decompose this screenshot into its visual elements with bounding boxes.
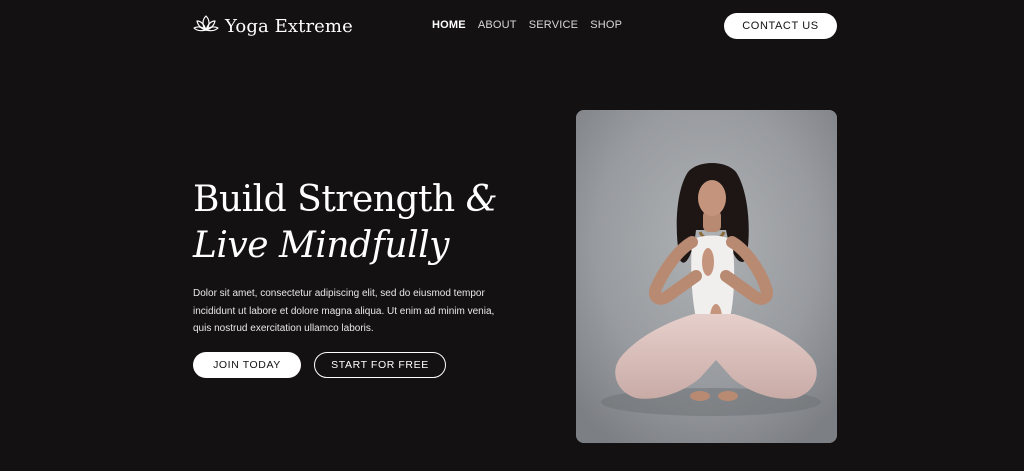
landing-page: Yoga Extreme HOME ABOUT SERVICE SHOP CON… <box>0 0 1024 471</box>
join-today-button[interactable]: JOIN TODAY <box>193 352 301 378</box>
lotus-icon <box>193 14 219 39</box>
hero-title-ampersand: & <box>465 179 498 220</box>
nav-item-about[interactable]: ABOUT <box>478 19 517 31</box>
main-nav: HOME ABOUT SERVICE SHOP <box>432 19 622 31</box>
nav-item-service[interactable]: SERVICE <box>529 19 579 31</box>
nav-item-home[interactable]: HOME <box>432 19 466 31</box>
hero-title: Build Strength & Live Mindfully <box>193 177 498 269</box>
hero-title-line2: Live Mindfully <box>193 225 450 266</box>
hero-description: Dolor sit amet, consectetur adipiscing e… <box>193 288 495 334</box>
start-for-free-button[interactable]: START FOR FREE <box>314 352 446 378</box>
nav-item-shop[interactable]: SHOP <box>590 19 622 31</box>
hero-yoga-photo <box>576 110 837 443</box>
brand-logo[interactable]: Yoga Extreme <box>193 13 353 39</box>
contact-us-button[interactable]: CONTACT US <box>724 13 837 39</box>
hero-title-line1: Build Strength <box>193 179 455 220</box>
brand-name: Yoga Extreme <box>225 15 353 37</box>
